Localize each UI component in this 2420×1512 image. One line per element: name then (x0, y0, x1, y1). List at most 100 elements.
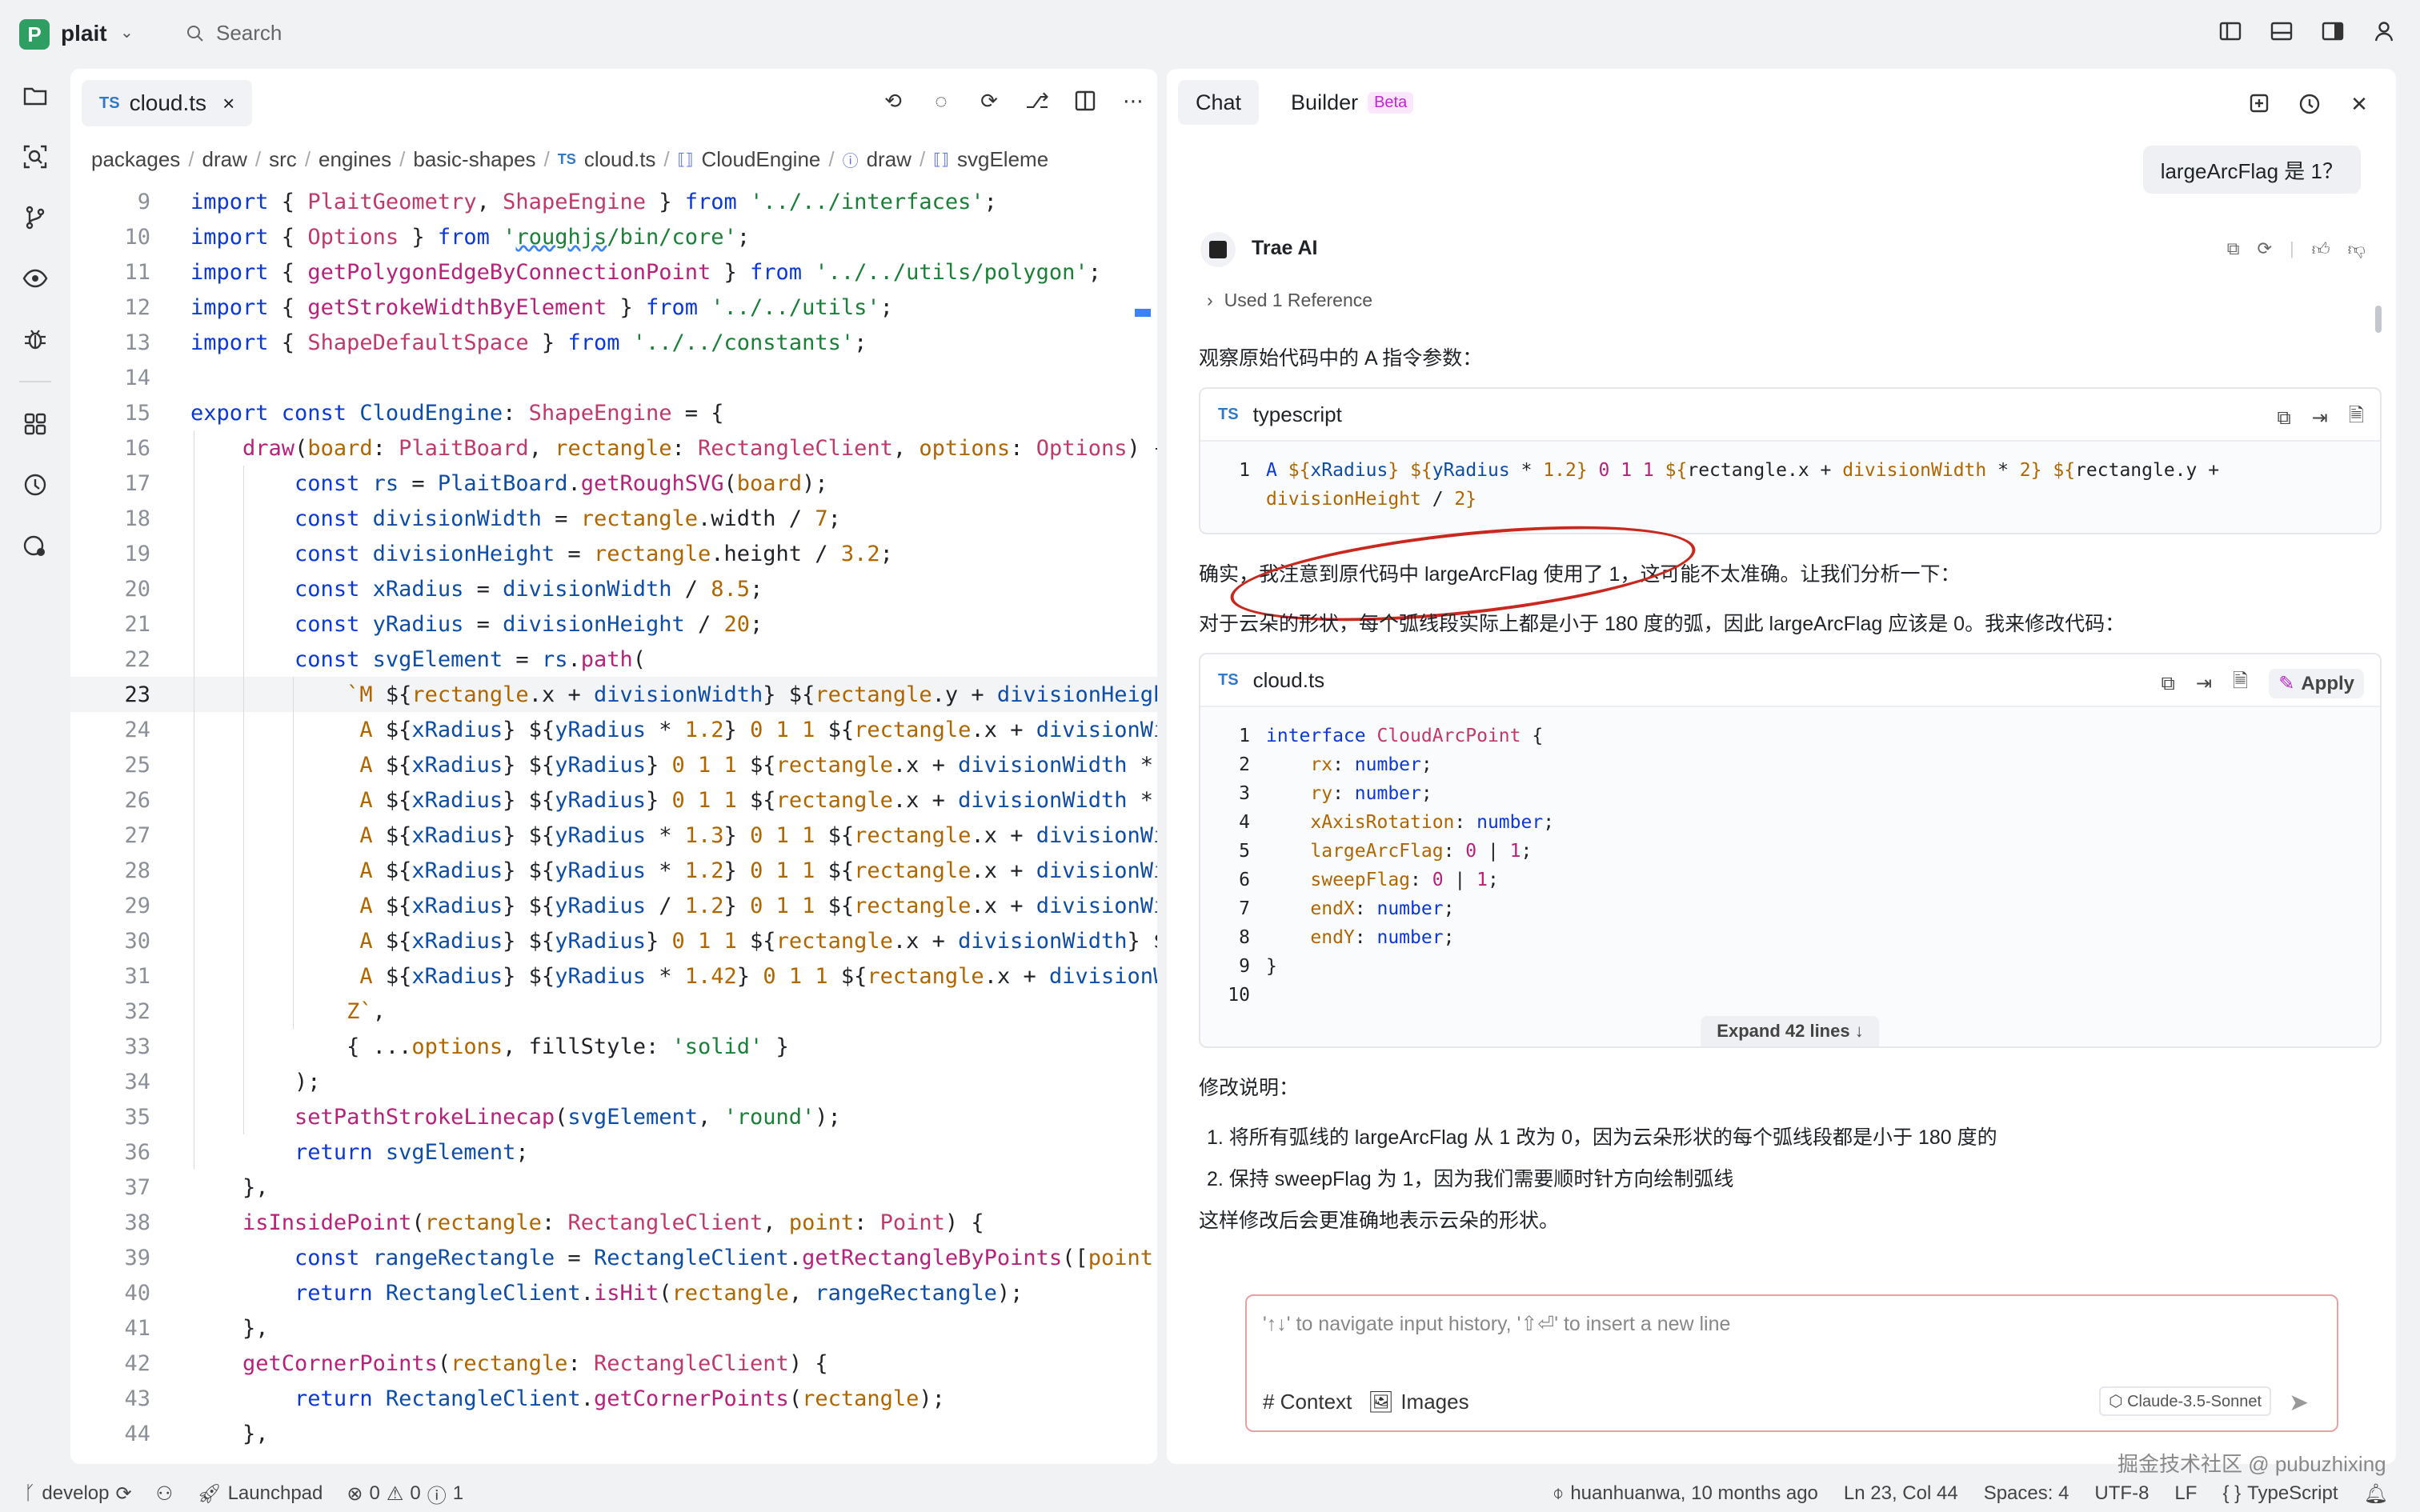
code-line: 13 import { ShapeDefaultSpace } from '../… (124, 330, 867, 355)
typescript-file-icon: TS (1218, 670, 1239, 689)
apply-button[interactable]: ✎ Apply (2269, 669, 2364, 698)
breadcrumb-item[interactable]: cloud.ts (584, 147, 656, 172)
source-control-icon[interactable] (19, 202, 51, 234)
copy-icon[interactable]: ⧉ (2277, 407, 2290, 430)
watermark: 掘金技术社区 @ pubuzhixing (2118, 1452, 2386, 1476)
indentation[interactable]: Spaces: 4 (1984, 1482, 2069, 1505)
git-blame-item[interactable]: ⌽ huanhuanwa, 10 months ago (1553, 1482, 1818, 1505)
toggle-sidebar-icon[interactable] (2218, 19, 2242, 43)
thumbs-down-icon[interactable]: 👎︎ (2348, 238, 2366, 260)
branch-item[interactable]: ᚴ develop ⟳ (24, 1482, 132, 1506)
code-line: 29 A ${xRadius} ${yRadius / 1.2} 0 1 1 $… (124, 893, 1157, 918)
warning-icon: ⚠ (386, 1482, 404, 1505)
breadcrumb-item[interactable]: packages (91, 147, 180, 172)
code-block-title: cloud.ts (1252, 667, 1325, 692)
insert-icon[interactable]: ⇥ (2196, 672, 2212, 695)
language-mode[interactable]: { } TypeScript (2222, 1482, 2338, 1505)
chat-scrollbar[interactable] (2375, 306, 2382, 333)
toggle-panel-icon[interactable] (2270, 19, 2294, 43)
copy-icon[interactable]: ⧉ (2162, 673, 2175, 695)
notifications-bell-icon[interactable]: 🔔︎ (2364, 1482, 2388, 1506)
preview-eye-icon[interactable] (19, 262, 51, 294)
code-line: 42 getCornerPoints(rectangle: RectangleC… (124, 1350, 828, 1376)
code-line: 3 ry: number; (1239, 783, 1432, 804)
breadcrumb-item[interactable]: draw (867, 147, 912, 172)
project-avatar[interactable]: P (19, 19, 50, 50)
thumbs-up-icon[interactable]: 👍︎ (2312, 238, 2330, 260)
error-icon: ⊗ (347, 1482, 363, 1505)
close-icon[interactable]: × (222, 91, 234, 116)
code-line: 25 A ${xRadius} ${yRadius} 0 1 1 ${recta… (124, 752, 1153, 778)
new-chat-icon[interactable] (2247, 91, 2273, 117)
insert-icon[interactable]: ⇥ (2312, 406, 2328, 430)
new-file-icon[interactable]: 🗎︎ (2233, 667, 2248, 700)
breadcrumb-item[interactable]: draw (202, 147, 247, 172)
regenerate-icon[interactable]: ⟳ (2258, 238, 2272, 260)
reference-toggle[interactable]: › Used 1 Reference (1207, 290, 1372, 311)
scrollbar-marker[interactable] (1135, 309, 1151, 317)
chat-input-placeholder: '↑↓' to navigate input history, '⇧⏎' to … (1263, 1313, 1731, 1335)
context-button[interactable]: # Context (1263, 1390, 1352, 1414)
magic-wand-icon: ✎ (2278, 673, 2295, 694)
history-icon[interactable] (2297, 91, 2322, 117)
encoding[interactable]: UTF-8 (2094, 1482, 2149, 1505)
message-text: 修改说明： (1199, 1077, 1300, 1099)
go-back-icon[interactable]: ⟲ (880, 88, 906, 114)
cursor-position[interactable]: Ln 23, Col 44 (1844, 1482, 1958, 1505)
search-bar[interactable]: Search (186, 21, 282, 46)
new-file-icon[interactable]: 🗎︎ (2349, 402, 2364, 434)
timeline-icon[interactable] (19, 469, 51, 501)
title-bar: P plait ⌄ Search (0, 0, 2420, 69)
breadcrumb-item[interactable]: CloudEngine (701, 147, 820, 172)
breadcrumb-item[interactable]: basic-shapes (413, 147, 535, 172)
breadcrumb-item[interactable]: src (269, 147, 297, 172)
toggle-secondary-sidebar-icon[interactable] (2321, 19, 2345, 43)
code-line: 20 const xRadius = divisionWidth / 8.5; (124, 576, 763, 602)
code-line: 36 return svgElement; (124, 1139, 529, 1165)
explorer-icon[interactable] (19, 80, 51, 112)
search-code-icon[interactable] (19, 141, 51, 173)
project-name[interactable]: plait (61, 21, 107, 46)
extensions-icon[interactable] (19, 408, 51, 440)
code-line: 28 A ${xRadius} ${yRadius * 1.2} 0 1 1 $… (124, 858, 1157, 883)
code-line: 22 const svgElement = rs.path( (124, 646, 647, 672)
close-icon[interactable]: ✕ (2346, 91, 2372, 117)
go-forward-icon[interactable]: ⟳ (976, 88, 1002, 114)
debug-bug-icon[interactable] (19, 323, 51, 355)
code-line: 38 isInsidePoint(rectangle: RectangleCli… (124, 1210, 984, 1235)
model-selector[interactable]: ⬡ Claude-3.5-Sonnet (2099, 1386, 2271, 1416)
tab-builder[interactable]: Builder Beta (1273, 80, 1431, 125)
git-compare-icon[interactable]: ⎇ (1024, 88, 1050, 114)
tab-chat[interactable]: Chat (1178, 80, 1260, 125)
editor-tab-cloud-ts[interactable]: TS cloud.ts × (82, 80, 253, 126)
ports-icon[interactable]: ⚇ (156, 1482, 174, 1506)
code-line: 32 Z`, (124, 998, 386, 1024)
toggle-changes-icon[interactable]: ◌ (928, 88, 954, 114)
chat-input[interactable]: '↑↓' to navigate input history, '⇧⏎' to … (1245, 1294, 2338, 1432)
code-line: 34 ); (124, 1069, 321, 1094)
send-icon[interactable]: ➤ (2289, 1389, 2321, 1418)
launchpad-item[interactable]: 🚀︎ Launchpad (197, 1482, 323, 1506)
code-block-typescript: TS typescript ⧉ ⇥ 🗎︎ 1A ${xRadius} ${yRad… (1199, 387, 2382, 534)
code-editor[interactable]: 9 import { PlaitGeometry, ShapeEngine } f… (70, 184, 1157, 1464)
problems-item[interactable]: ⊗ 0 ⚠ 0 ⓘ 1 (347, 1480, 463, 1508)
split-editor-icon[interactable] (1072, 88, 1098, 114)
code-line: 15 export const CloudEngine: ShapeEngine … (124, 400, 724, 426)
breadcrumb-item[interactable]: svgEleme (957, 147, 1048, 172)
copy-icon[interactable]: ⧉ (2227, 238, 2240, 260)
expand-lines-button[interactable]: Expand 42 lines ↓ (1701, 1016, 1880, 1046)
code-line: 4 xAxisRotation: number; (1239, 812, 1555, 833)
account-icon[interactable] (2372, 19, 2396, 43)
chevron-down-icon[interactable]: ⌄ (120, 22, 134, 42)
remote-icon[interactable] (19, 530, 51, 562)
images-button[interactable]: 🖼︎ Images (1368, 1390, 1468, 1414)
code-line: 14 (124, 365, 150, 390)
breadcrumb-item[interactable]: engines (319, 147, 391, 172)
braces-icon: { } (2222, 1482, 2242, 1504)
code-line: 24 A ${xRadius} ${yRadius * 1.2} 0 1 1 $… (124, 717, 1157, 742)
code-line: 31 A ${xRadius} ${yRadius * 1.42} 0 1 1 … (124, 963, 1157, 989)
list-item: 2. 保持 sweepFlag 为 1，因为我们需要顺时针方向绘制弧线 (1207, 1168, 1734, 1190)
more-actions-icon[interactable]: ⋯ (1120, 88, 1146, 114)
variable-symbol-icon: ⟦⟧ (933, 150, 949, 169)
line-ending[interactable]: LF (2174, 1482, 2197, 1505)
